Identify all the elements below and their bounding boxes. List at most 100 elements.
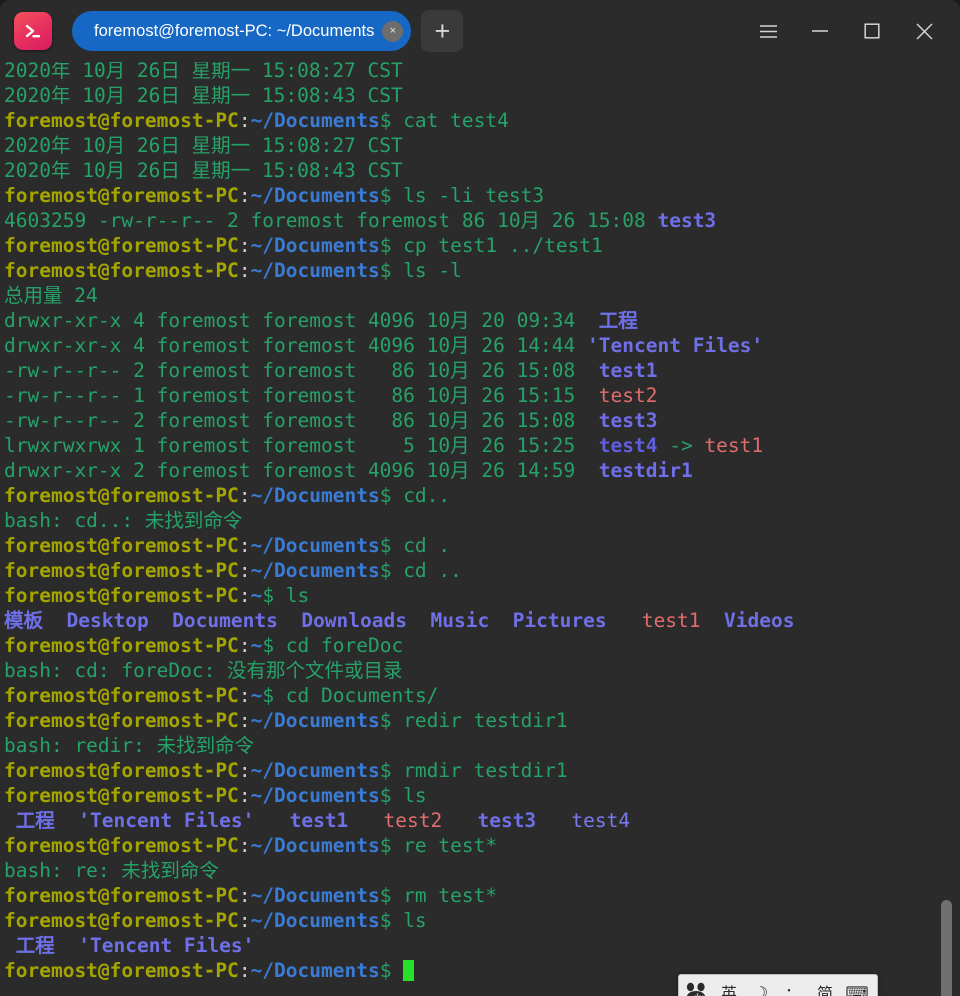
prompt-colon: :: [238, 534, 251, 557]
terminal-prompt-line: foremost@foremost-PC:~/Documents$ cd .: [4, 533, 926, 558]
prompt-colon: :: [238, 584, 251, 607]
close-icon[interactable]: [898, 7, 950, 55]
prompt-user-host: foremost@foremost-PC: [4, 559, 239, 582]
prompt-user-host: foremost@foremost-PC: [4, 634, 239, 657]
ime-floating-toolbar[interactable]: du 英 ☽ ： 简 ⌨: [678, 974, 878, 996]
prompt-path: ~/Documents: [250, 709, 380, 732]
prompt-user-host: foremost@foremost-PC: [4, 534, 239, 557]
prompt-colon: :: [238, 959, 251, 982]
prompt-colon: :: [238, 709, 251, 732]
baidu-ime-logo[interactable]: du: [685, 980, 711, 996]
output-run: [4, 934, 16, 957]
output-run: 工程: [15, 809, 55, 832]
output-run: 总用量 24: [4, 284, 98, 307]
prompt-dollar: $: [262, 634, 275, 657]
output-run: [536, 809, 571, 832]
output-run: drwxr-xr-x 4 foremost foremost 4096 10月 …: [4, 309, 599, 332]
output-run: 2020年 10月 26日 星期一 15:08:43 CST: [4, 159, 403, 182]
prompt-user-host: foremost@foremost-PC: [4, 709, 239, 732]
terminal-prompt-line: foremost@foremost-PC:~$ cd foreDoc: [4, 633, 926, 658]
output-run: 2020年 10月 26日 星期一 15:08:27 CST: [4, 134, 403, 157]
prompt-dollar: $: [379, 559, 392, 582]
prompt-colon: :: [238, 909, 251, 932]
prompt-dollar: $: [379, 259, 392, 282]
prompt-dollar: $: [379, 709, 392, 732]
terminal-prompt-line: foremost@foremost-PC:~/Documents$ ls: [4, 908, 926, 933]
prompt-command: ls: [274, 584, 310, 607]
terminal-output-line: bash: cd: foreDoc: 没有那个文件或目录: [4, 658, 926, 683]
prompt-colon: :: [238, 884, 251, 907]
output-run: ->: [657, 434, 705, 457]
terminal-prompt-line: foremost@foremost-PC:~/Documents$ cd ..: [4, 558, 926, 583]
terminal-output-line: 工程 'Tencent Files' test1 test2 test3 tes…: [4, 808, 926, 833]
prompt-command: ls: [391, 909, 427, 932]
prompt-user-host: foremost@foremost-PC: [4, 259, 239, 282]
prompt-dollar: $: [379, 909, 392, 932]
prompt-dollar: $: [379, 959, 392, 982]
prompt-path: ~/Documents: [250, 884, 380, 907]
terminal-output-line: -rw-r--r-- 2 foremost foremost 86 10月 26…: [4, 358, 926, 383]
prompt-user-host: foremost@foremost-PC: [4, 959, 239, 982]
prompt-dollar: $: [379, 534, 392, 557]
ime-simplified-toggle[interactable]: 简: [811, 979, 839, 996]
output-run: Pictures: [512, 609, 607, 632]
output-run: test3: [477, 809, 537, 832]
prompt-command: cd Documents/: [274, 684, 439, 707]
terminal-scrollbar-thumb[interactable]: [941, 900, 952, 996]
prompt-command: [391, 959, 403, 982]
terminal-prompt-line: foremost@foremost-PC:~/Documents$ ls: [4, 783, 926, 808]
prompt-colon: :: [238, 634, 251, 657]
prompt-user-host: foremost@foremost-PC: [4, 584, 239, 607]
prompt-path: ~/Documents: [250, 259, 380, 282]
ime-keyboard-icon[interactable]: ⌨: [843, 979, 871, 996]
prompt-command: ls -l: [391, 259, 462, 282]
terminal-scrollbar-track[interactable]: [941, 62, 956, 996]
output-run: 'Tencent Files': [78, 809, 255, 832]
prompt-command: re test*: [391, 834, 498, 857]
prompt-path: ~/Documents: [250, 959, 380, 982]
prompt-path: ~/Documents: [250, 234, 380, 257]
terminal-output-line: bash: cd..: 未找到命令: [4, 508, 926, 533]
output-run: [442, 809, 477, 832]
prompt-command: cd foreDoc: [274, 634, 404, 657]
output-run: [489, 609, 512, 632]
prompt-path: ~/Documents: [250, 484, 380, 507]
prompt-dollar: $: [379, 784, 392, 807]
prompt-colon: :: [238, 559, 251, 582]
prompt-path: ~: [250, 584, 263, 607]
output-run: 'Tencent Files': [78, 934, 255, 957]
output-run: Documents: [172, 609, 278, 632]
terminal-output-line: drwxr-xr-x 4 foremost foremost 4096 10月 …: [4, 333, 926, 358]
output-run: [55, 934, 78, 957]
prompt-path: ~/Documents: [250, 759, 380, 782]
minimize-icon[interactable]: [794, 7, 846, 55]
terminal-output-line: 总用量 24: [4, 283, 926, 308]
ime-punctuation-icon[interactable]: ：: [779, 979, 807, 996]
terminal-output-line: 4603259 -rw-r--r-- 2 foremost foremost 8…: [4, 208, 926, 233]
output-run: 2020年 10月 26日 星期一 15:08:43 CST: [4, 84, 403, 107]
tab-close-icon[interactable]: ×: [382, 20, 404, 42]
new-tab-button[interactable]: +: [421, 10, 464, 52]
output-run: test4: [598, 434, 658, 457]
maximize-icon[interactable]: [846, 7, 898, 55]
output-run: test2: [383, 809, 443, 832]
prompt-path: ~/Documents: [250, 184, 380, 207]
output-run: drwxr-xr-x 2 foremost foremost 4096 10月 …: [4, 459, 599, 482]
hamburger-icon[interactable]: [742, 7, 794, 55]
terminal-output-line: 2020年 10月 26日 星期一 15:08:27 CST: [4, 62, 926, 83]
tab-documents[interactable]: foremost@foremost-PC: ~/Documents ×: [72, 11, 412, 51]
output-run: bash: re: 未找到命令: [4, 859, 219, 882]
prompt-user-host: foremost@foremost-PC: [4, 684, 239, 707]
terminal-output-area[interactable]: 2020年 10月 26日 星期一 15:08:27 CST 2020年 10月 …: [0, 62, 960, 996]
output-run: test3: [657, 209, 717, 232]
output-run: test1: [598, 359, 658, 382]
terminal-output-line: bash: redir: 未找到命令: [4, 733, 926, 758]
output-run: Desktop: [66, 609, 149, 632]
prompt-colon: :: [238, 684, 251, 707]
ime-language-toggle[interactable]: 英: [715, 979, 743, 996]
output-run: [701, 609, 724, 632]
prompt-path: ~/Documents: [250, 559, 380, 582]
output-run: [43, 609, 66, 632]
ime-moon-icon[interactable]: ☽: [747, 979, 775, 996]
prompt-command: rmdir testdir1: [391, 759, 568, 782]
